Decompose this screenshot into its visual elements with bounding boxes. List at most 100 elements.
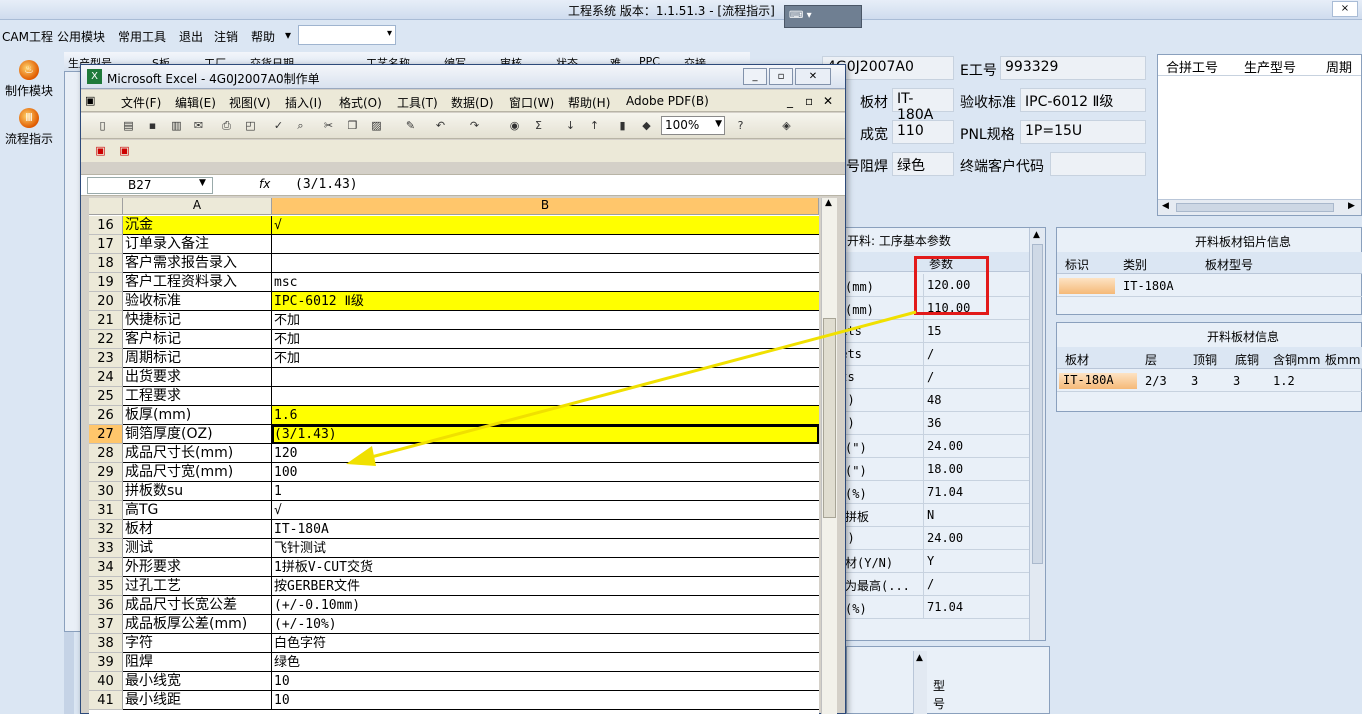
minimize-button[interactable]: _: [743, 68, 767, 85]
col-mark[interactable]: 标识: [1065, 256, 1089, 273]
cell-b[interactable]: 白色字符: [272, 634, 819, 653]
row-header[interactable]: 18: [89, 254, 123, 273]
cell-a[interactable]: 快捷标记: [123, 311, 272, 330]
cell-b[interactable]: [272, 254, 819, 273]
menu-adobe-pdf[interactable]: Adobe PDF(B): [626, 94, 709, 108]
row-header[interactable]: 19: [89, 273, 123, 292]
row-header[interactable]: 16: [89, 216, 123, 235]
restore-button[interactable]: ▫: [769, 68, 793, 85]
pnl-field[interactable]: 1P=15U: [1020, 120, 1146, 144]
cell-a[interactable]: 客户标记: [123, 330, 272, 349]
row-header[interactable]: 23: [89, 349, 123, 368]
cell-a[interactable]: 测试: [123, 539, 272, 558]
col-board-model[interactable]: 板材型号: [1205, 256, 1253, 273]
cell-b[interactable]: 1: [272, 482, 819, 501]
row-header[interactable]: 30: [89, 482, 123, 501]
cell-a[interactable]: 工程要求: [123, 387, 272, 406]
row-header[interactable]: 34: [89, 558, 123, 577]
cell-b[interactable]: 不加: [272, 311, 819, 330]
menu-common-module[interactable]: 公用模块: [57, 28, 105, 45]
scroll-thumb[interactable]: [823, 318, 836, 518]
menu-logout[interactable]: 注销: [214, 28, 238, 45]
permission-icon[interactable]: ▥: [169, 118, 184, 133]
cell-a[interactable]: 订单录入备注: [123, 235, 272, 254]
row-header[interactable]: 41: [89, 691, 123, 710]
column-header-b[interactable]: B: [272, 198, 819, 215]
row-header[interactable]: 20: [89, 292, 123, 311]
excel-doc-icon[interactable]: ▣: [85, 94, 95, 107]
cell-a[interactable]: 成品板厚公差(mm): [123, 615, 272, 634]
scroll-up-icon[interactable]: ▲: [825, 198, 832, 208]
menu-exit[interactable]: 退出: [179, 28, 203, 45]
select-all-corner[interactable]: [89, 198, 123, 215]
menu-edit[interactable]: 编辑(E): [175, 94, 216, 111]
mail-icon[interactable]: ✉: [191, 118, 206, 133]
menu-format[interactable]: 格式(O): [339, 94, 382, 111]
cell-b[interactable]: IPC-6012 Ⅱ级: [272, 292, 819, 311]
menu-file[interactable]: 文件(F): [121, 94, 161, 111]
cell-a[interactable]: 成品尺寸宽(mm): [123, 463, 272, 482]
customer-code-field[interactable]: [1050, 152, 1146, 176]
copy-icon[interactable]: ❐: [345, 118, 360, 133]
cell-a[interactable]: 成品尺寸长宽公差: [123, 596, 272, 615]
chart-wizard-icon[interactable]: ▮: [615, 118, 630, 133]
row-header[interactable]: 17: [89, 235, 123, 254]
chevron-down-icon[interactable]: ▾: [285, 28, 291, 42]
cell-a[interactable]: 周期标记: [123, 349, 272, 368]
help-icon[interactable]: ?: [733, 118, 748, 133]
col-cycle[interactable]: 周期: [1326, 57, 1352, 76]
cell-a[interactable]: 铜箔厚度(OZ): [123, 425, 272, 444]
row-header[interactable]: 22: [89, 330, 123, 349]
cell-b[interactable]: msc: [272, 273, 819, 292]
e-number-field[interactable]: 993329: [1000, 56, 1146, 80]
cell-b[interactable]: IT-180A: [272, 520, 819, 539]
cell-a[interactable]: 阻焊: [123, 653, 272, 672]
row-header[interactable]: 40: [89, 672, 123, 691]
scroll-left-icon[interactable]: ◀: [1162, 201, 1169, 211]
undo-icon[interactable]: ↶: [433, 118, 448, 133]
col-copper-mm[interactable]: 含铜mm: [1273, 351, 1320, 368]
hyperlink-icon[interactable]: ◉: [507, 118, 522, 133]
cell-a[interactable]: 最小线距: [123, 691, 272, 710]
column-header-a[interactable]: A: [123, 198, 272, 215]
cell-a[interactable]: 字符: [123, 634, 272, 653]
cell-a[interactable]: 拼板数su: [123, 482, 272, 501]
doc-restore-icon[interactable]: ▫: [805, 94, 813, 108]
chevron-down-icon[interactable]: ▼: [199, 178, 206, 188]
cell-b[interactable]: [272, 235, 819, 254]
cell-b[interactable]: 绿色: [272, 653, 819, 672]
drawing-icon[interactable]: ◆: [639, 118, 654, 133]
name-box[interactable]: B27: [87, 177, 213, 194]
width-field[interactable]: 110: [892, 120, 954, 144]
row-header[interactable]: 33: [89, 539, 123, 558]
col-category[interactable]: 类别: [1123, 256, 1147, 273]
print-preview-icon[interactable]: ◰: [243, 118, 258, 133]
col-top-copper[interactable]: 顶铜: [1193, 351, 1217, 368]
cell-a[interactable]: 过孔工艺: [123, 577, 272, 596]
cell-a[interactable]: 板厚(mm): [123, 406, 272, 425]
cell-b[interactable]: 不加: [272, 349, 819, 368]
save-icon[interactable]: ▪: [145, 118, 160, 133]
cell-b[interactable]: (3/1.43): [272, 425, 819, 444]
menu-help[interactable]: 帮助: [251, 28, 275, 45]
cell-a[interactable]: 出货要求: [123, 368, 272, 387]
sheet-vertical-scrollbar[interactable]: ▲: [821, 198, 837, 714]
fill-color-icon[interactable]: ◈: [779, 118, 794, 133]
cell-b[interactable]: 按GERBER文件: [272, 577, 819, 596]
pdf-mail-icon[interactable]: ▣: [117, 143, 132, 158]
cell-b[interactable]: 1拼板V-CUT交货: [272, 558, 819, 577]
horizontal-scrollbar[interactable]: ◀ ▶: [1158, 199, 1361, 215]
row-header[interactable]: 25: [89, 387, 123, 406]
cell-a[interactable]: 客户工程资料录入: [123, 273, 272, 292]
cell-a[interactable]: 客户需求报告录入: [123, 254, 272, 273]
nav-make-module[interactable]: ♨ 制作模块: [3, 58, 55, 102]
row-header[interactable]: 24: [89, 368, 123, 387]
accept-std-field[interactable]: IPC-6012 Ⅱ级: [1020, 88, 1146, 112]
research-icon[interactable]: ⌕: [293, 118, 308, 133]
row-header[interactable]: 21: [89, 311, 123, 330]
col-layer[interactable]: 层: [1145, 351, 1157, 368]
mask-field[interactable]: 绿色: [892, 152, 954, 176]
format-painter-icon[interactable]: ✎: [403, 118, 418, 133]
open-icon[interactable]: ▤: [121, 118, 136, 133]
row-header[interactable]: 31: [89, 501, 123, 520]
